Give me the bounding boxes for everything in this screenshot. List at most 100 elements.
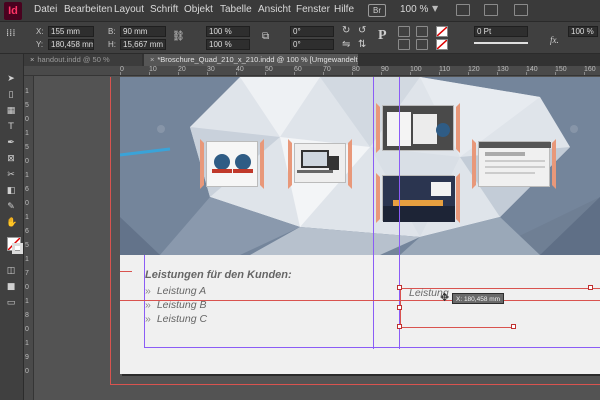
selection-handle[interactable]: [511, 324, 516, 329]
previous-object-icon[interactable]: [416, 26, 428, 37]
x-label: X:: [36, 27, 44, 36]
flip-vertical-icon[interactable]: ⇅: [358, 39, 366, 50]
close-icon[interactable]: ×: [30, 55, 34, 64]
ruler-label: 60: [294, 66, 302, 73]
bleed-guide-horizontal: [110, 384, 600, 385]
ruler-label: 100: [410, 66, 422, 73]
chevron-down-icon[interactable]: ▼: [432, 4, 438, 13]
stroke-swatch-icon[interactable]: [436, 39, 448, 50]
menu-hilfe[interactable]: Hilfe: [334, 4, 354, 15]
menu-ansicht[interactable]: Ansicht: [258, 4, 291, 15]
devices-image[interactable]: [294, 143, 346, 183]
menu-objekt[interactable]: Objekt: [184, 4, 213, 15]
stroke-color-icon[interactable]: [12, 243, 23, 254]
hero-image[interactable]: [120, 77, 600, 255]
ruler-tick: [468, 72, 469, 75]
bridge-button[interactable]: Br: [368, 4, 386, 17]
scissors-tool-icon[interactable]: ✂: [6, 170, 16, 180]
ruler-label: 0: [25, 368, 29, 375]
select-content-icon[interactable]: [398, 39, 410, 50]
stroke-type-select[interactable]: [474, 42, 528, 44]
flip-horizontal-icon[interactable]: ⇋: [342, 39, 350, 50]
services-heading[interactable]: Leistungen für den Kunden:: [145, 269, 292, 281]
note-tool-icon[interactable]: ✎: [6, 202, 16, 212]
menu-schrift[interactable]: Schrift: [150, 4, 178, 15]
menu-layout[interactable]: Layout: [114, 4, 144, 15]
bullet: »: [145, 313, 151, 325]
menu-bar: Id Datei Bearbeiten Layout Schrift Objek…: [0, 0, 600, 22]
fill-swatch-icon[interactable]: [436, 26, 448, 37]
x-position-field[interactable]: 155 mm: [48, 26, 94, 37]
scale-y-field[interactable]: 100 %: [206, 39, 250, 50]
width-label: B:: [108, 27, 116, 36]
page-tool-icon[interactable]: ▯: [6, 90, 16, 100]
selection-handle[interactable]: [588, 285, 593, 290]
ruler-label: 0: [25, 200, 29, 207]
menu-tabelle[interactable]: Tabelle: [220, 4, 252, 15]
vertical-ruler[interactable]: 1 5 0 1 5 0 1 6 0 1 6 5 1 7 0 1 8 0 1 9 0: [24, 76, 34, 400]
rectangle-frame-tool-icon[interactable]: ⊠: [6, 154, 16, 164]
hand-tool-icon[interactable]: ✋: [6, 218, 17, 228]
y-label: Y:: [36, 40, 44, 49]
reference-point-icon[interactable]: ⁞⁞⁞: [6, 28, 16, 39]
view-options-icon[interactable]: [456, 4, 470, 16]
ruler-label: 1: [25, 172, 29, 179]
type-tool-icon[interactable]: T: [6, 122, 16, 132]
pen-tool-icon[interactable]: ✒: [6, 138, 16, 148]
ruler-label: 6: [25, 186, 29, 193]
screen-mode-icon[interactable]: [484, 4, 498, 16]
formatting-container-icon[interactable]: ◫: [6, 266, 16, 276]
height-field[interactable]: 15,667 mm: [120, 39, 166, 50]
selection-handle[interactable]: [397, 324, 402, 329]
constrain-proportions-icon[interactable]: ⛓: [172, 31, 185, 42]
width-field[interactable]: 90 mm: [120, 26, 166, 37]
document-page[interactable]: Leistungen für den Kunden: » Leistung A »…: [120, 77, 600, 374]
move-cursor-icon: ✥: [440, 291, 450, 304]
text-direction-icon[interactable]: P: [378, 28, 387, 44]
photo-image[interactable]: [382, 175, 455, 222]
scale-x-field[interactable]: 100 %: [206, 26, 250, 37]
list-item[interactable]: » Leistung C: [145, 313, 207, 325]
selection-handle[interactable]: [397, 285, 402, 290]
logo-image[interactable]: [206, 141, 258, 187]
horizontal-ruler[interactable]: 0 10 20 30 40 50 60 70 80 90 100 110 120 130 140 150 160: [24, 66, 600, 76]
scale-lock-icon[interactable]: ⧉: [262, 31, 269, 42]
rotate-cw-icon[interactable]: ↻: [342, 25, 350, 36]
ruler-label: 80: [352, 66, 360, 73]
menu-datei[interactable]: Datei: [34, 4, 57, 15]
shear-field[interactable]: 0°: [290, 39, 334, 50]
stroke-weight-field[interactable]: 0 Pt: [474, 26, 528, 37]
pasteboard[interactable]: Leistungen für den Kunden: » Leistung A »…: [34, 77, 600, 400]
ruler-label: 1: [25, 214, 29, 221]
tab-broschure[interactable]: × *Broschure_Quad_210_x_210.indd @ 100 % …: [144, 54, 358, 66]
effects-icon[interactable]: fx.: [550, 35, 559, 45]
website-image[interactable]: [478, 141, 551, 187]
rotation-field[interactable]: 0°: [290, 26, 334, 37]
selection-tool-icon[interactable]: ➤: [6, 74, 16, 84]
stationery-image[interactable]: [382, 105, 454, 151]
tab-handout[interactable]: × handout.indd @ 50 %: [24, 54, 142, 66]
ruler-tick: [207, 72, 208, 75]
ruler-label: 0: [25, 116, 29, 123]
ruler-label: 130: [497, 66, 509, 73]
list-item[interactable]: » Leistung A: [145, 285, 206, 297]
selection-baseline: [120, 300, 600, 301]
bullet: »: [145, 285, 151, 297]
ruler-tick: [120, 72, 121, 75]
arrange-documents-icon[interactable]: [514, 4, 528, 16]
y-position-field[interactable]: 180,458 mm: [48, 39, 94, 50]
rotate-ccw-icon[interactable]: ↺: [358, 25, 366, 36]
screen-mode-toggle-icon[interactable]: ▭: [6, 298, 16, 308]
selection-handle[interactable]: [397, 305, 402, 310]
select-container-icon[interactable]: [398, 26, 410, 37]
gradient-tool-icon[interactable]: ◧: [6, 186, 16, 196]
zoom-level[interactable]: 100 %: [400, 4, 428, 15]
next-object-icon[interactable]: [416, 39, 428, 50]
ruler-label: 5: [25, 102, 29, 109]
menu-fenster[interactable]: Fenster: [296, 4, 330, 15]
opacity-field[interactable]: 100 %: [568, 26, 598, 37]
content-collector-icon[interactable]: ▦: [6, 106, 16, 116]
close-icon[interactable]: ×: [150, 55, 154, 64]
apply-color-icon[interactable]: ■: [6, 282, 16, 292]
menu-bearbeiten[interactable]: Bearbeiten: [64, 4, 112, 15]
